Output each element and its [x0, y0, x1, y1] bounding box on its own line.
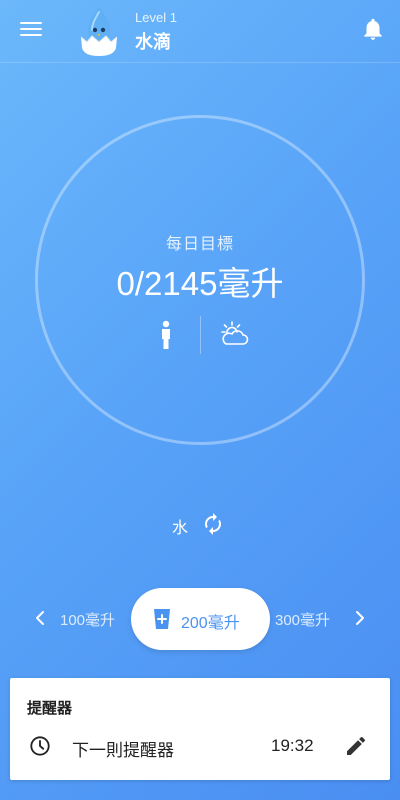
pencil-icon[interactable] — [344, 734, 368, 758]
next-reminder-label: 下一則提醒器 — [72, 741, 174, 761]
volume-option-selected[interactable]: 200毫升 — [131, 588, 270, 650]
header-divider — [0, 62, 400, 63]
app-header: Level 1 水滴 — [0, 0, 400, 62]
water-cup-icon — [154, 609, 170, 629]
volume-option-previous[interactable]: 100毫升 — [60, 609, 115, 630]
refresh-icon[interactable] — [201, 512, 225, 536]
water-drop-mascot-logo — [80, 6, 118, 56]
drink-type-label: 水 — [172, 518, 189, 537]
level-label: Level 1 — [135, 10, 177, 25]
hamburger-menu-icon[interactable] — [18, 18, 44, 40]
chevron-left-icon[interactable] — [32, 608, 48, 628]
bell-icon[interactable] — [360, 16, 386, 42]
volume-selected-label: 200毫升 — [181, 615, 240, 632]
daily-goal-label: 每日目標 — [165, 234, 234, 253]
reminder-card: 提醒器 下一則提醒器 19:32 — [10, 678, 390, 780]
chevron-right-icon[interactable] — [352, 608, 368, 628]
daily-goal-value: 0/2145毫升 — [116, 265, 284, 302]
clock-icon — [30, 736, 50, 756]
goal-icons-divider — [200, 316, 201, 354]
person-icon[interactable] — [157, 320, 175, 350]
partly-cloudy-icon[interactable] — [218, 320, 250, 348]
app-title: 水滴 — [135, 32, 171, 53]
reminder-card-title: 提醒器 — [27, 699, 73, 717]
reminder-time: 19:32 — [271, 736, 314, 755]
volume-option-next[interactable]: 300毫升 — [275, 609, 330, 630]
